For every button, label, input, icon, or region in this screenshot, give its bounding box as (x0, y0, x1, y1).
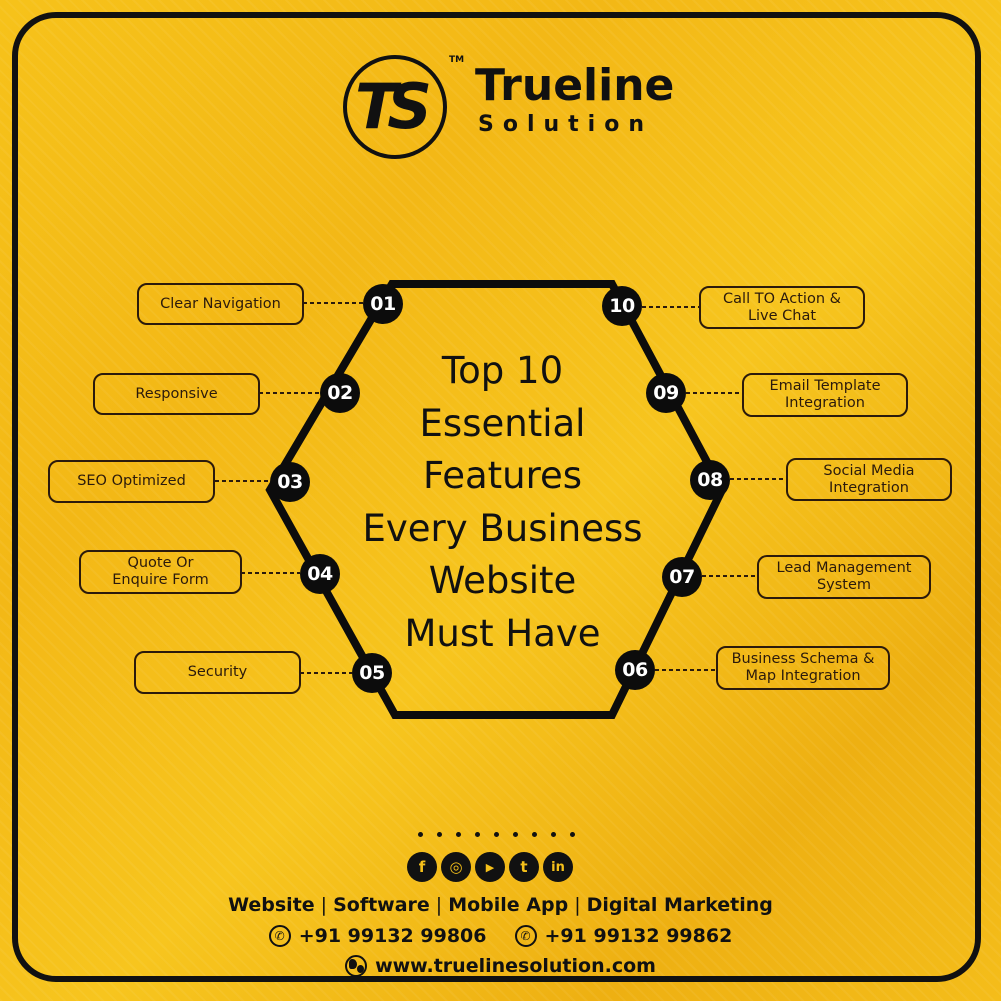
feature-label-text: Security (187, 664, 248, 680)
headline-line-4: Every Business (362, 506, 643, 550)
feature-node-10[interactable]: 10 (602, 286, 642, 326)
feature-label-call-to-action[interactable]: Call TO Action & Live Chat (699, 286, 865, 329)
phone-icon: ✆ (268, 925, 291, 947)
separator: | (320, 894, 328, 916)
feature-label-text-2: Integration (829, 479, 909, 496)
instagram-icon[interactable]: ◎ (441, 852, 471, 882)
headline-line-6: Must Have (404, 611, 601, 655)
separator: | (435, 894, 443, 916)
feature-label-business-schema[interactable]: Business Schema & Map Integration (716, 646, 890, 690)
headline-line-2: Essential (419, 401, 586, 445)
feature-label-text: Call TO Action & (723, 290, 841, 307)
social-icons: f ◎ ▶ t in (407, 852, 573, 882)
feature-label-social-media[interactable]: Social Media Integration (786, 458, 952, 501)
phone-numbers: ✆ +91 99132 99806 ✆ +91 99132 99862 (0, 925, 1001, 947)
feature-label-clear-navigation[interactable]: Clear Navigation (137, 283, 304, 325)
phone-1[interactable]: ✆ +91 99132 99806 (268, 925, 487, 947)
feature-label-text-2: Enquire Form (112, 572, 209, 588)
phone-icon: ✆ (514, 925, 537, 947)
feature-label-text: Quote Or (127, 555, 194, 571)
feature-label-text: Clear Navigation (160, 295, 281, 312)
feature-label-quote-enquire-form[interactable]: Quote Or Enquire Form (79, 550, 242, 594)
feature-node-08[interactable]: 08 (690, 460, 730, 500)
feature-node-03[interactable]: 03 (270, 462, 310, 502)
feature-label-responsive[interactable]: Responsive (93, 373, 260, 415)
feature-label-text-2: Map Integration (745, 668, 861, 684)
linkedin-icon[interactable]: in (543, 852, 573, 882)
service-software: Software (333, 894, 430, 916)
feature-label-lead-management[interactable]: Lead Management System (757, 555, 931, 599)
headline: Top 10 Essential Features Every Business… (340, 345, 665, 660)
feature-label-text: Email Template (769, 378, 881, 394)
feature-label-text: Business Schema & (731, 651, 875, 667)
website-link[interactable]: www.truelinesolution.com (0, 955, 1001, 977)
phone-number-2: +91 99132 99862 (544, 925, 733, 947)
phone-number-1: +91 99132 99806 (298, 925, 487, 947)
feature-label-text-2: Live Chat (747, 307, 817, 324)
feature-node-07[interactable]: 07 (662, 557, 702, 597)
website-url: www.truelinesolution.com (375, 955, 656, 977)
headline-line-3: Features (422, 454, 583, 497)
facebook-icon[interactable]: f (407, 852, 437, 882)
decorative-dots (418, 832, 575, 837)
globe-icon (345, 955, 368, 977)
feature-label-text-2: Integration (785, 395, 865, 411)
separator: | (574, 894, 581, 916)
twitter-icon[interactable]: t (509, 852, 539, 882)
feature-label-text: Lead Management (776, 560, 912, 576)
youtube-icon[interactable]: ▶ (475, 852, 505, 882)
feature-label-security[interactable]: Security (134, 651, 301, 694)
feature-node-04[interactable]: 04 (300, 554, 340, 594)
feature-label-seo-optimized[interactable]: SEO Optimized (48, 460, 215, 503)
phone-2[interactable]: ✆ +91 99132 99862 (514, 925, 733, 947)
feature-label-text: Responsive (135, 385, 218, 402)
service-mobile-app: Mobile App (448, 894, 569, 916)
headline-line-1: Top 10 (441, 349, 564, 392)
service-website: Website (228, 894, 315, 916)
headline-line-5: Website (428, 559, 577, 602)
feature-label-text: SEO Optimized (77, 473, 186, 489)
feature-label-text: Social Media (823, 462, 915, 479)
feature-node-01[interactable]: 01 (363, 284, 403, 324)
feature-label-text-2: System (816, 577, 872, 593)
service-digital-marketing: Digital Marketing (586, 894, 773, 916)
feature-label-email-template[interactable]: Email Template Integration (742, 373, 908, 417)
services-list: Website | Software | Mobile App | Digital Mark… (0, 894, 1001, 916)
